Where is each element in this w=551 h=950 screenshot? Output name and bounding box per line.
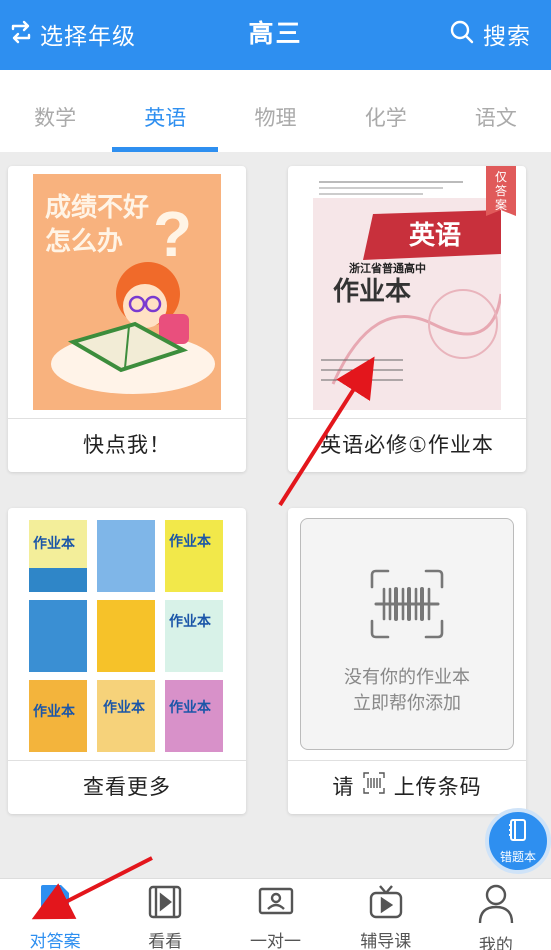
card-english-workbook[interactable]: 英语 浙江省普通高中 作业本 仅答案 英语必修①作业本	[288, 166, 526, 472]
promo-image: 成绩不好 怎么办 ?	[8, 166, 246, 418]
svg-text:作业本: 作业本	[333, 277, 411, 306]
subject-tabs: 数学 英语 物理 化学 语文	[0, 70, 551, 152]
upload-hint-line1: 没有你的作业本	[344, 667, 470, 688]
mistake-book-button[interactable]: 错题本	[485, 808, 551, 874]
svg-text:作业本: 作业本	[169, 533, 212, 549]
search-button[interactable]: 搜索	[449, 14, 531, 54]
svg-text:作业本: 作业本	[33, 703, 76, 719]
card-click-me[interactable]: 成绩不好 怎么办 ? 快点我！	[8, 166, 246, 472]
svg-text:浙江省普通高中: 浙江省普通高中	[349, 261, 426, 275]
search-label: 搜索	[483, 24, 531, 50]
card-view-more[interactable]: 作业本 作业本 作业本 作业本 作业本 作业本 查看更多	[8, 508, 246, 814]
nav-watch-label: 看看	[148, 932, 183, 950]
tab-physics[interactable]: 物理	[220, 70, 330, 152]
svg-text:怎么办: 怎么办	[45, 226, 123, 256]
caption-suffix: 上传条码	[393, 775, 482, 799]
upload-area: 没有你的作业本 立即帮你添加	[288, 508, 526, 760]
answers-only-flag: 仅答案	[486, 166, 516, 216]
tab-chinese[interactable]: 语文	[441, 70, 551, 152]
grade-switch-button[interactable]: 选择年级	[8, 14, 136, 54]
nav-answers[interactable]: 对答案	[0, 879, 110, 950]
swap-icon	[8, 19, 34, 49]
mini-barcode-icon	[362, 762, 386, 815]
user-icon	[477, 883, 515, 929]
card-caption: 请 上传条码	[288, 761, 526, 814]
tab-math[interactable]: 数学	[0, 70, 110, 152]
book-grid-image: 作业本 作业本 作业本 作业本 作业本 作业本	[8, 508, 246, 760]
nav-answers-label: 对答案	[29, 932, 81, 950]
upload-hint-line2: 立即帮你添加	[353, 693, 461, 714]
svg-text:?: ?	[153, 198, 192, 270]
nav-tutoring[interactable]: 辅导课	[331, 879, 441, 950]
card-upload-barcode[interactable]: 没有你的作业本 立即帮你添加 请 上传条码	[288, 508, 526, 814]
tv-icon	[367, 883, 405, 925]
bottom-nav: 对答案 看看 一对一 辅导课 我的	[0, 878, 551, 950]
grade-switch-label: 选择年级	[40, 24, 136, 50]
nav-watch[interactable]: 看看	[110, 879, 220, 950]
video-play-icon	[146, 883, 184, 925]
card-caption: 快点我！	[83, 433, 171, 457]
svg-text:作业本: 作业本	[33, 535, 76, 551]
cover-title-text: 英语	[409, 221, 461, 250]
card-caption: 英语必修①作业本	[320, 433, 494, 457]
tab-chemistry[interactable]: 化学	[331, 70, 441, 152]
nav-tutoring-label: 辅导课	[360, 932, 412, 950]
barcode-scan-icon	[370, 569, 444, 643]
nav-mine[interactable]: 我的	[441, 879, 551, 950]
search-icon	[449, 19, 475, 49]
nav-one-on-one-label: 一对一	[250, 932, 301, 950]
svg-text:作业本: 作业本	[103, 699, 146, 715]
top-bar: 选择年级 高三 搜索	[0, 0, 551, 70]
upload-dashed-box: 没有你的作业本 立即帮你添加	[300, 518, 514, 750]
nav-mine-label: 我的	[478, 936, 513, 950]
card-caption: 查看更多	[83, 775, 171, 799]
tab-english[interactable]: 英语	[110, 70, 220, 152]
notebook-icon	[506, 818, 530, 846]
person-card-icon	[257, 883, 295, 925]
answer-doc-icon	[37, 883, 73, 925]
mistake-book-label: 错题本	[499, 849, 536, 864]
svg-text:成绩不好: 成绩不好	[45, 192, 149, 222]
svg-text:作业本: 作业本	[169, 613, 212, 629]
flag-text: 仅答案	[494, 170, 507, 212]
nav-one-on-one[interactable]: 一对一	[220, 879, 330, 950]
caption-prefix: 请	[332, 775, 355, 799]
svg-text:作业本: 作业本	[169, 699, 212, 715]
